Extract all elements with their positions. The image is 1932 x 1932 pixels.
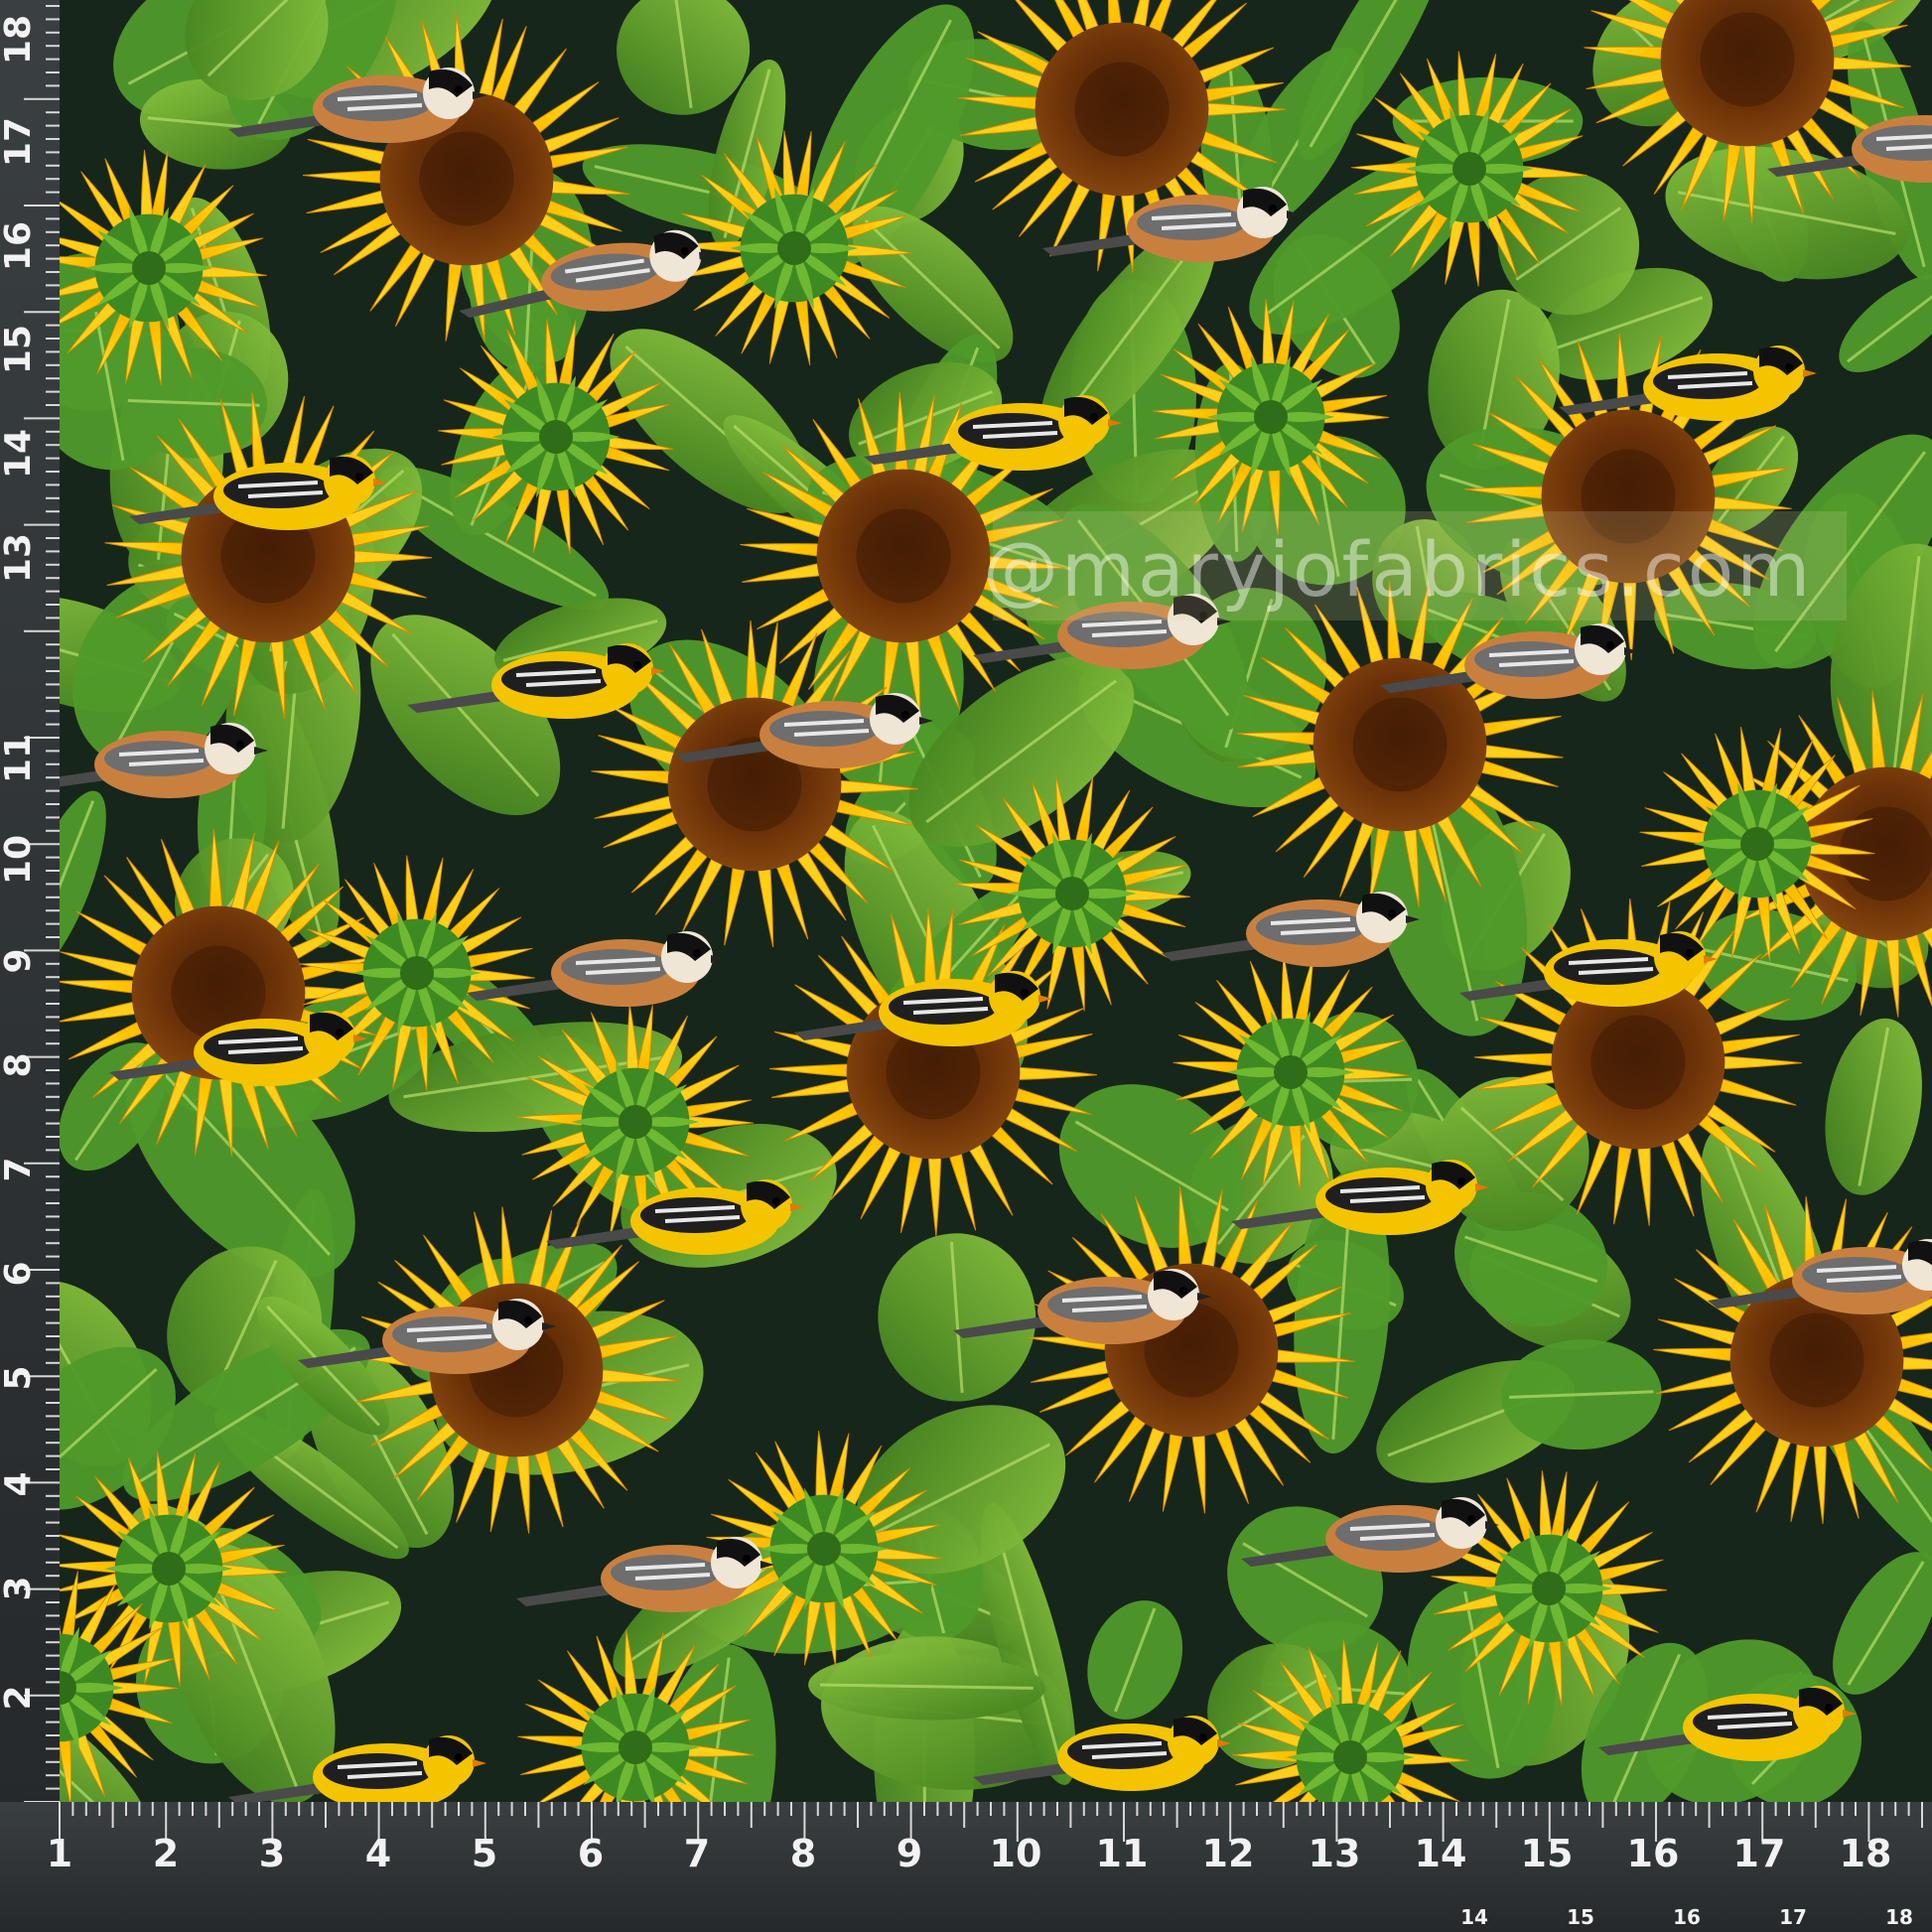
ruler-bottom-number: 9 xyxy=(897,1832,922,1875)
watermark-text: @maryjofabrics.com xyxy=(983,525,1813,614)
ruler-bottom-number: 10 xyxy=(990,1832,1042,1875)
ruler-left-number: 15 xyxy=(0,325,39,374)
ruler-bottom-number: 16 xyxy=(1627,1832,1680,1875)
ruler-left-number: 9 xyxy=(0,948,39,973)
ruler-left-number: 16 xyxy=(0,221,39,271)
fabric-photo: @maryjofabrics.com 2 3 4 5 6 7 8 9 10 11 13 14 15 16 1… xyxy=(0,0,1932,1932)
ruler-left-number: 3 xyxy=(0,1576,39,1600)
ruler-bottom: 1 2 3 4 5 6 7 8 9 10 11 12 13 14 15 16 17 18 14 15 16 17 18 xyxy=(0,1802,1932,1932)
ruler-left-number: 2 xyxy=(0,1685,39,1710)
ruler-bottom-number: 8 xyxy=(790,1832,816,1875)
ruler-bottom-small-number: 14 xyxy=(1460,1905,1488,1929)
ruler-bottom-number: 7 xyxy=(684,1832,710,1875)
ruler-left-number: 10 xyxy=(0,835,39,885)
ruler-left-number: 5 xyxy=(0,1365,39,1390)
ruler-left-number: 13 xyxy=(0,533,39,583)
ruler-bottom-number: 6 xyxy=(578,1832,604,1875)
ruler-left-number: 6 xyxy=(0,1261,39,1286)
ruler-bottom-number: 2 xyxy=(153,1832,179,1875)
sunflower-bird-fabric: @maryjofabrics.com 234567891011131415161… xyxy=(0,0,1932,1932)
ruler-bottom-number: 17 xyxy=(1733,1832,1786,1875)
ruler-bottom-number: 11 xyxy=(1096,1832,1149,1875)
ruler-bottom-number: 4 xyxy=(365,1832,391,1875)
ruler-bottom-small-number: 15 xyxy=(1567,1905,1594,1929)
ruler-left-number: 14 xyxy=(0,429,39,479)
ruler-bottom-number: 15 xyxy=(1521,1832,1574,1875)
ruler-bottom-number: 1 xyxy=(47,1832,72,1875)
ruler-bottom-small-number: 17 xyxy=(1779,1905,1807,1929)
ruler-bottom-number: 12 xyxy=(1202,1832,1255,1875)
ruler-left-number: 8 xyxy=(0,1052,39,1077)
ruler-left-number: 11 xyxy=(0,734,39,783)
ruler-bottom-number: 3 xyxy=(259,1832,285,1875)
ruler-bottom-number: 18 xyxy=(1840,1832,1892,1875)
ruler-bottom-number: 13 xyxy=(1309,1832,1361,1875)
ruler-left-number: 4 xyxy=(0,1471,39,1496)
ruler-bottom-number: 5 xyxy=(472,1832,497,1875)
ruler-bottom-small-number: 18 xyxy=(1885,1905,1913,1929)
ruler-left-number: 18 xyxy=(0,15,39,65)
watermark: @maryjofabrics.com xyxy=(983,511,1847,621)
ruler-bottom-small-number: 16 xyxy=(1673,1905,1701,1929)
ruler-bottom-number: 14 xyxy=(1415,1832,1467,1875)
ruler-left-number: 7 xyxy=(0,1157,39,1181)
ruler-left: 2 3 4 5 6 7 8 9 10 11 13 14 15 16 17 18 xyxy=(0,0,60,1817)
ruler-left-number: 17 xyxy=(0,117,39,167)
